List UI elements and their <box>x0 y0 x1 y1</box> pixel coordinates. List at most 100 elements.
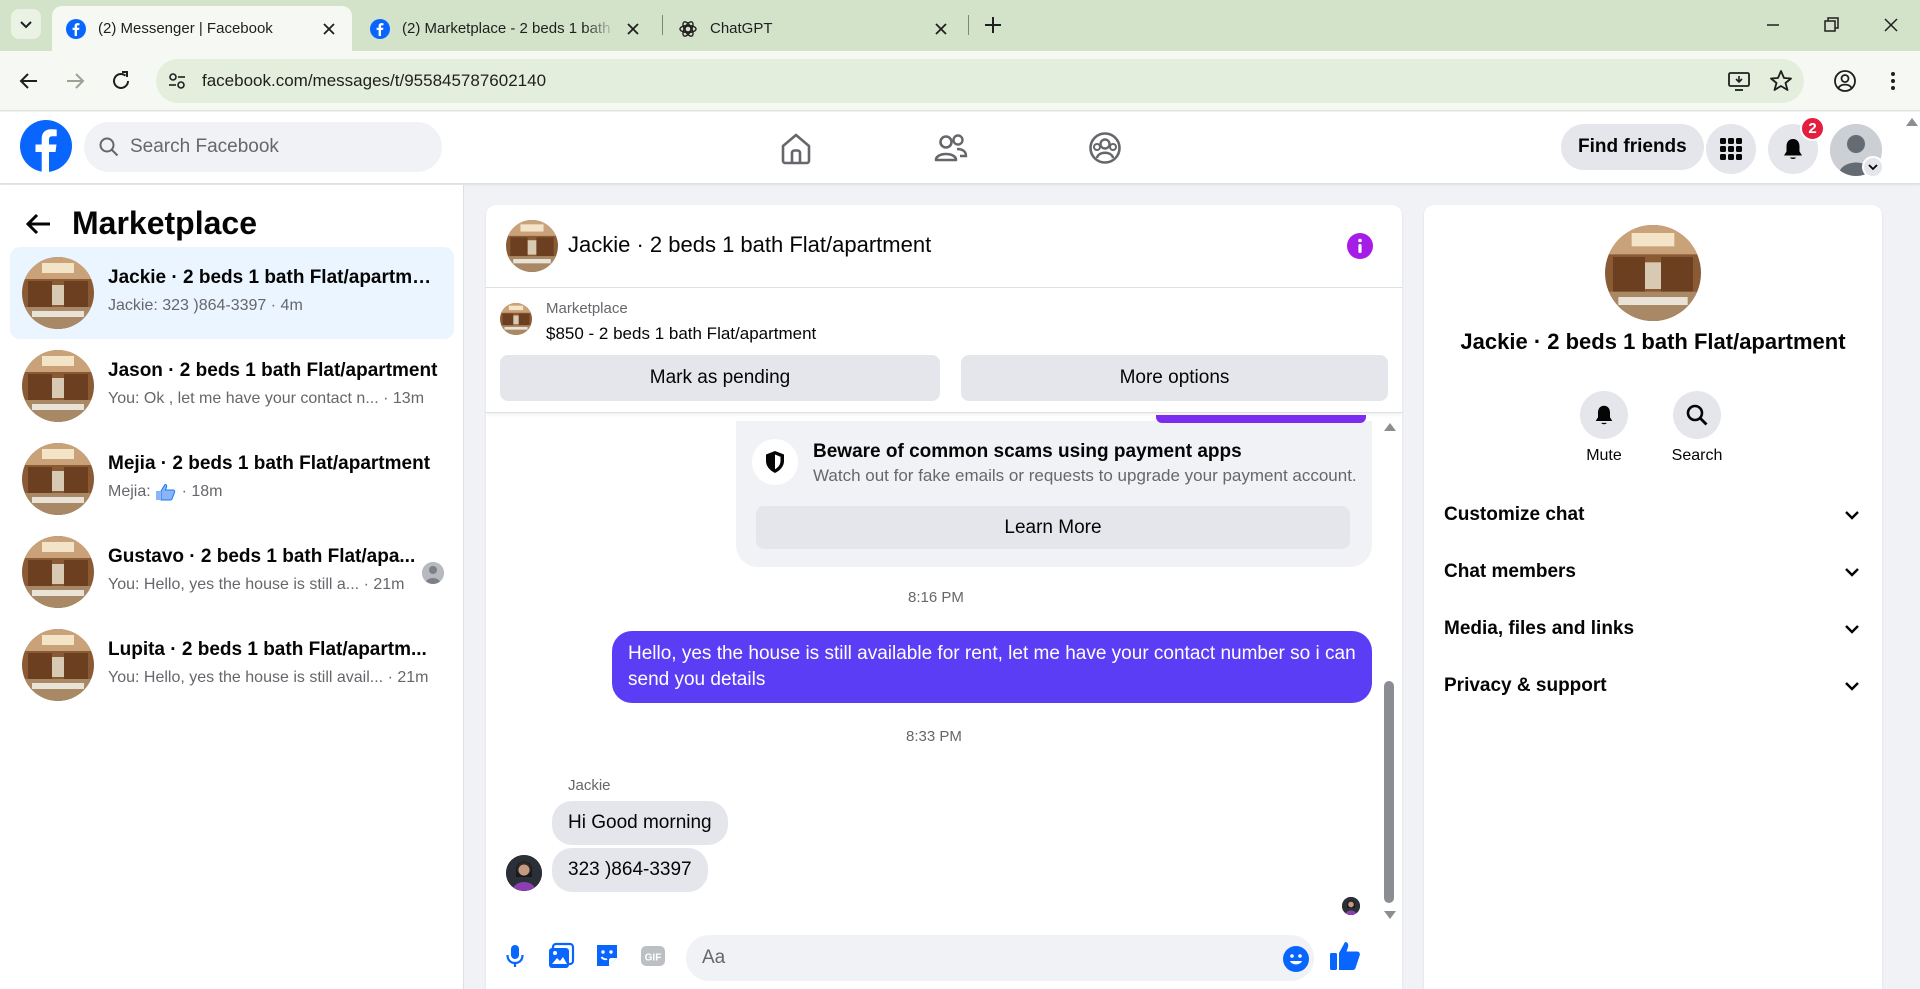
chat-name: Jackie · 2 beds 1 bath Flat/apartment <box>1460 329 1846 354</box>
conversation-name: Jason · 2 beds 1 bath Flat/apartment <box>108 360 438 381</box>
chat-avatar[interactable] <box>1605 225 1701 321</box>
tab-marketplace[interactable]: (2) Marketplace - 2 beds 1 bath <box>356 6 656 51</box>
install-app-icon[interactable] <box>1726 68 1752 94</box>
reload-icon[interactable] <box>108 68 134 94</box>
conversation-preview: You: Hello, yes the house is still avail… <box>108 669 428 687</box>
section-label: Customize chat <box>1444 504 1585 525</box>
more-options-button[interactable]: More options <box>961 355 1388 401</box>
listing-title[interactable]: $850 - 2 beds 1 bath Flat/apartment <box>546 324 816 344</box>
page-scroll-up-arrow[interactable] <box>1906 118 1918 126</box>
section-media-files-links[interactable]: Media, files and links <box>1444 607 1862 651</box>
conversation-name: Lupita · 2 beds 1 bath Flat/apartm... <box>108 639 427 660</box>
preview-time: · 21m <box>363 576 405 593</box>
bookmark-star-icon[interactable] <box>1768 68 1794 94</box>
seen-avatar <box>422 562 444 584</box>
url-bar[interactable]: facebook.com/messages/t/955845787602140 <box>156 59 1804 103</box>
preview-text: You: Hello, yes the house is still avail… <box>108 669 384 686</box>
back-arrow-icon[interactable] <box>24 209 54 239</box>
search-conversation-button[interactable]: Search <box>1657 391 1737 465</box>
preview-text: You: Hello, yes the house is still a... <box>108 576 360 593</box>
scam-warning-description: Watch out for fake emails or requests to… <box>813 466 1357 485</box>
profile-icon[interactable] <box>1832 68 1858 94</box>
conversation-name: Jackie · 2 beds 1 bath Flat/apartme... <box>108 267 438 288</box>
section-privacy-support[interactable]: Privacy & support <box>1444 664 1862 708</box>
forward-arrow-icon[interactable] <box>62 68 88 94</box>
search-circle[interactable] <box>1673 391 1721 439</box>
close-icon[interactable] <box>320 20 338 38</box>
tab-chatgpt[interactable]: ChatGPT <box>664 6 964 51</box>
preview-text: Jackie: 323 )864-3397 <box>108 297 267 314</box>
more-vertical-icon[interactable] <box>1880 68 1906 94</box>
tab-messenger[interactable]: (2) Messenger | Facebook <box>52 6 352 51</box>
thumbs-up-icon[interactable] <box>1328 939 1362 973</box>
groups-icon[interactable] <box>1087 130 1123 166</box>
scroll-thumb[interactable] <box>1384 681 1394 903</box>
shield-icon <box>766 451 784 473</box>
conversation-item[interactable]: Jason · 2 beds 1 bath Flat/apartment You… <box>10 340 454 432</box>
message-composer: GIF <box>486 929 1402 989</box>
facebook-logo-icon[interactable] <box>20 120 72 172</box>
listing-thumbnail <box>22 350 94 422</box>
find-friends-button[interactable]: Find friends <box>1561 124 1704 170</box>
incoming-message[interactable]: Hi Good morning <box>552 801 728 845</box>
search-icon <box>1686 404 1708 426</box>
new-tab-icon[interactable] <box>980 12 1006 38</box>
scroll-down-arrow[interactable] <box>1384 911 1396 919</box>
message-timestamp: 8:16 PM <box>908 589 964 606</box>
outgoing-message[interactable]: Hello, yes the house is still available … <box>612 631 1372 703</box>
marketplace-listing-bar: Marketplace $850 - 2 beds 1 bath Flat/ap… <box>486 289 1402 413</box>
facebook-search[interactable] <box>84 122 442 172</box>
scroll-up-arrow[interactable] <box>1384 423 1396 431</box>
section-customize-chat[interactable]: Customize chat <box>1444 493 1862 537</box>
conversation-preview: Jackie: 323 )864-3397 · 4m <box>108 297 303 315</box>
chevron-down-icon <box>1845 511 1859 520</box>
search-input[interactable] <box>130 136 410 158</box>
browser-tab-bar: (2) Messenger | Facebook (2) Marketplace… <box>0 0 1920 51</box>
chat-scrollbar[interactable] <box>1382 421 1396 921</box>
shield-icon-wrap <box>752 439 798 485</box>
listing-thumbnail <box>22 257 94 329</box>
mute-button[interactable]: Mute <box>1564 391 1644 465</box>
sender-avatar[interactable] <box>506 855 542 891</box>
account-menu-toggle[interactable] <box>1862 156 1884 178</box>
site-settings-icon[interactable] <box>166 70 188 92</box>
message-input[interactable] <box>702 947 1262 969</box>
sticker-icon[interactable] <box>592 941 622 971</box>
listing-thumbnail <box>22 629 94 701</box>
microphone-icon[interactable] <box>500 941 530 971</box>
emoji-icon[interactable] <box>1282 945 1310 973</box>
address-bar: facebook.com/messages/t/955845787602140 <box>0 51 1920 111</box>
section-chat-members[interactable]: Chat members <box>1444 550 1862 594</box>
tab-separator <box>968 15 969 35</box>
chat-thumbnail[interactable] <box>506 220 558 272</box>
tab-search-button[interactable] <box>11 9 41 39</box>
mark-as-pending-button[interactable]: Mark as pending <box>500 355 940 401</box>
close-icon[interactable] <box>932 20 950 38</box>
message-timestamp: 8:33 PM <box>906 728 962 745</box>
thumbs-up-icon <box>156 483 176 501</box>
learn-more-button[interactable]: Learn More <box>756 506 1350 549</box>
chat-title[interactable]: Jackie · 2 beds 1 bath Flat/apartment <box>568 232 931 258</box>
photo-icon[interactable] <box>546 941 576 971</box>
section-label: Chat members <box>1444 561 1576 582</box>
conversation-item[interactable]: Gustavo · 2 beds 1 bath Flat/apa... You:… <box>10 526 454 618</box>
gif-icon[interactable]: GIF <box>638 941 668 971</box>
scam-warning-title: Beware of common scams using payment app… <box>813 441 1242 462</box>
back-arrow-icon[interactable] <box>16 68 42 94</box>
conversation-panel: Marketplace Jackie · 2 beds 1 bath Flat/… <box>0 185 464 989</box>
friends-icon[interactable] <box>933 130 969 166</box>
restore-icon[interactable] <box>1820 14 1842 36</box>
conversation-item[interactable]: Lupita · 2 beds 1 bath Flat/apartm... Yo… <box>10 619 454 711</box>
menu-button[interactable] <box>1706 124 1756 174</box>
conversation-item[interactable]: Jackie · 2 beds 1 bath Flat/apartme... J… <box>10 247 454 339</box>
incoming-message[interactable]: 323 )864-3397 <box>552 848 708 892</box>
close-icon[interactable] <box>624 20 642 38</box>
home-icon[interactable] <box>778 130 814 166</box>
mute-circle[interactable] <box>1580 391 1628 439</box>
conversation-item[interactable]: Mejia · 2 beds 1 bath Flat/apartment Mej… <box>10 433 454 525</box>
preview-text: You: Ok , let me have your contact n... <box>108 390 379 407</box>
facebook-header: Find friends 2 <box>0 112 1920 184</box>
minimize-icon[interactable] <box>1762 14 1784 36</box>
info-icon[interactable] <box>1346 232 1374 260</box>
close-window-icon[interactable] <box>1880 14 1902 36</box>
